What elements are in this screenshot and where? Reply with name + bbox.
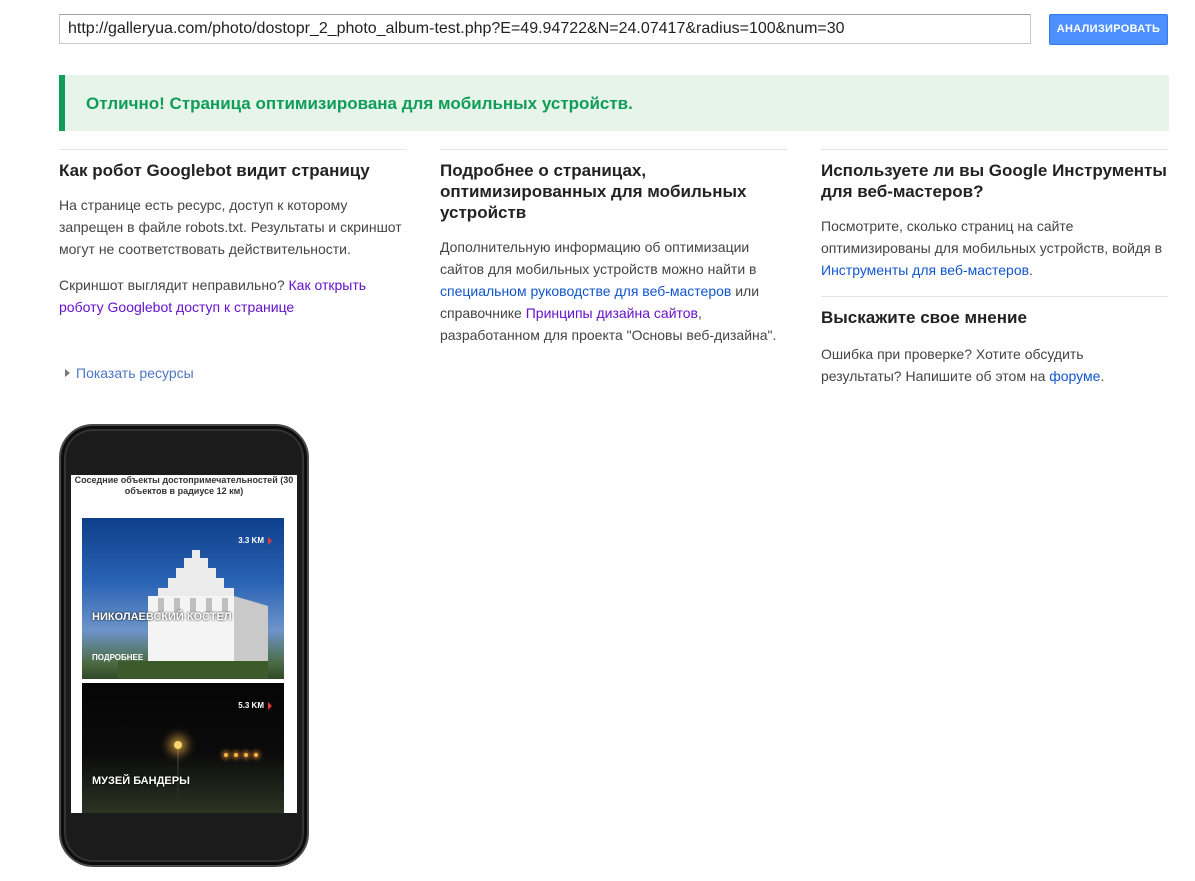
mobile-info-text-1: Дополнительную информацию об оптимизации… [440,239,757,277]
phone-screen-title: Соседние объекты достопримечательностей … [74,475,294,496]
webmaster-tools-heading: Используете ли вы Google Инструменты для… [821,161,1167,201]
screenshot-question-text: Скриншот выглядит неправильно? [59,277,289,293]
analyze-button[interactable]: АНАЛИЗИРОВАТЬ [1049,14,1168,45]
attraction-card[interactable]: 5.3 KM МУЗЕЙ БАНДЕРЫ [82,683,284,813]
webmaster-tools-link[interactable]: Инструменты для веб-мастеров [821,262,1029,278]
feedback-heading: Выскажите свое мнение [821,308,1027,327]
attraction-card[interactable]: 3.3 KM НИКОЛАЕВСКИЙ КОСТЕЛ ПОДРОБНЕЕ [82,518,284,679]
lamp-light [174,741,182,749]
webmaster-tools-text-1: Посмотрите, сколько страниц на сайте опт… [821,218,1163,256]
webmaster-tools-section: Используете ли вы Google Инструменты для… [821,149,1168,281]
mobile-info-section: Подробнее о страницах, оптимизированных … [440,149,787,346]
feedback-section: Выскажите свое мнение Ошибка при проверк… [821,297,1168,387]
expand-triangle-icon [65,369,70,377]
card-distance: 5.3 KM [238,701,272,710]
screenshot-question: Скриншот выглядит неправильно? Как откры… [59,274,406,318]
forum-link[interactable]: форуме [1049,368,1100,384]
phone-screen: Соседние объекты достопримечательностей … [71,475,297,813]
googlebot-heading: Как робот Googlebot видит страницу [59,161,370,180]
url-input[interactable] [59,14,1031,44]
night-lights [224,753,264,759]
webmaster-tools-text: Посмотрите, сколько страниц на сайте опт… [821,215,1168,281]
success-banner: Отлично! Страница оптимизирована для моб… [59,75,1169,131]
robots-notice: На странице есть ресурс, доступ к которо… [59,197,402,257]
webmaster-tools-text-2: . [1029,262,1033,278]
feedback-text-1: Ошибка при проверке? Хотите обсудить рез… [821,346,1084,384]
card-distance: 3.3 KM [238,536,272,545]
card-more-link[interactable]: ПОДРОБНЕЕ [92,653,143,662]
show-resources-toggle[interactable]: Показать ресурсы [65,365,194,381]
show-resources-label: Показать ресурсы [76,365,194,381]
lamp-post [177,747,179,797]
googlebot-section: Как робот Googlebot видит страницу На ст… [59,149,406,318]
card-name: НИКОЛАЕВСКИЙ КОСТЕЛ [92,611,232,623]
webmaster-guide-link[interactable]: специальном руководстве для веб-мастеров [440,283,731,299]
mobile-info-text: Дополнительную информацию об оптимизации… [440,236,787,346]
mobile-info-heading: Подробнее о страницах, оптимизированных … [440,161,747,222]
feedback-text-2: . [1100,368,1105,384]
design-principles-link[interactable]: Принципы дизайна сайтов [526,305,698,321]
card-name: МУЗЕЙ БАНДЕРЫ [92,775,190,787]
success-message: Отлично! Страница оптимизирована для моб… [86,94,633,113]
feedback-text: Ошибка при проверке? Хотите обсудить рез… [821,343,1168,387]
